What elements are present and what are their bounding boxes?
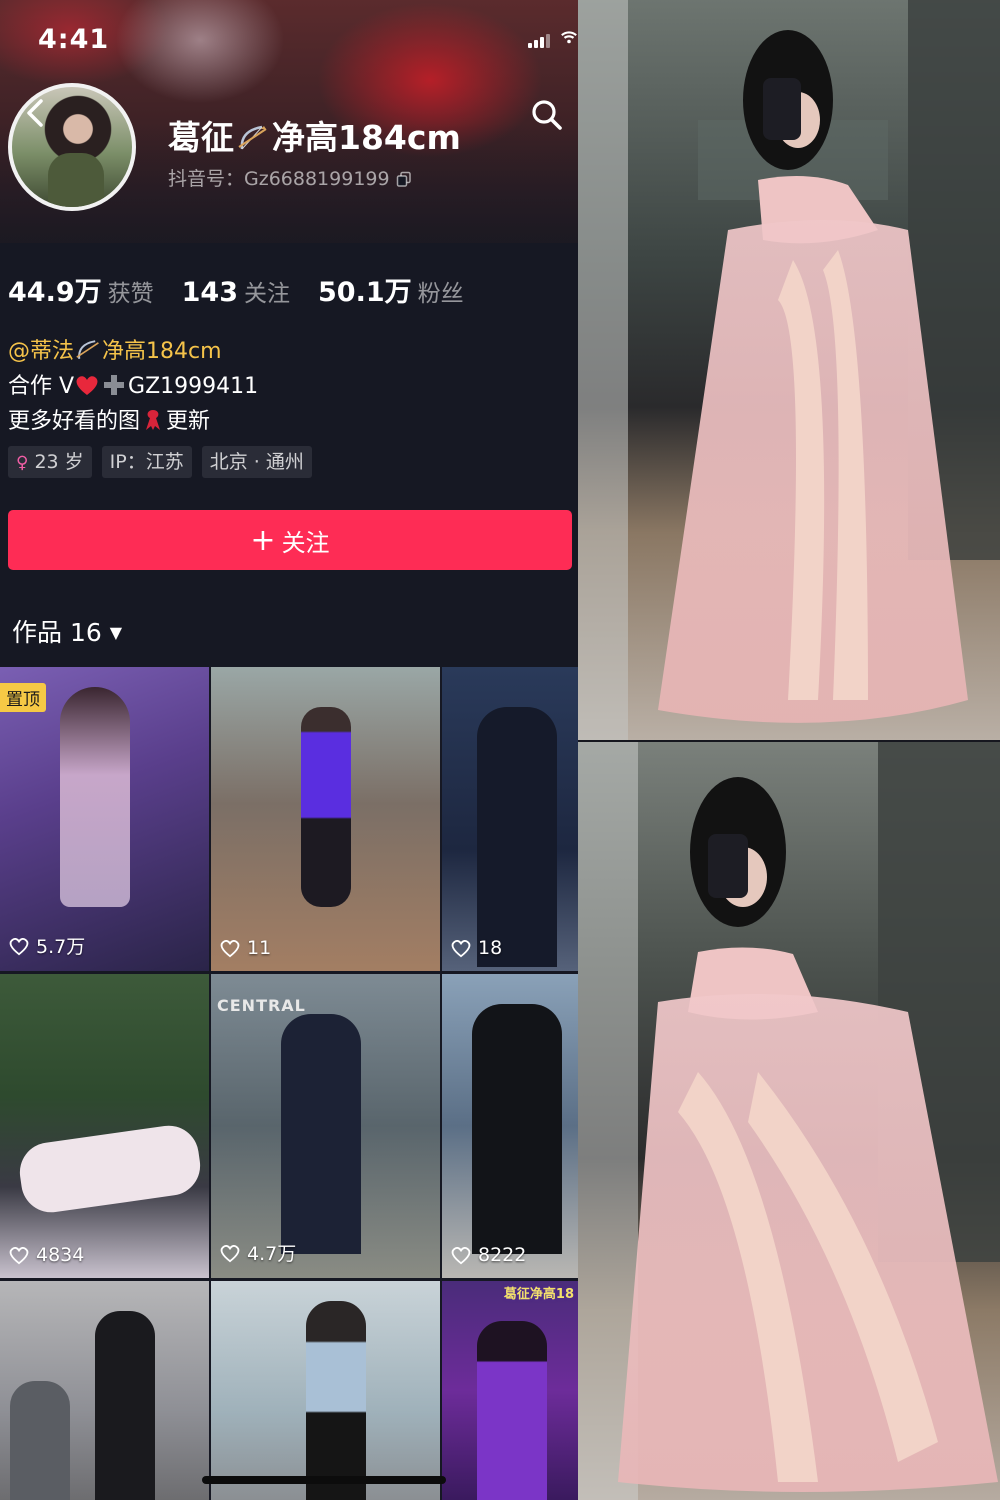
video-likes-text: 4.7万: [247, 1243, 297, 1265]
bow-icon: [238, 125, 267, 150]
search-icon[interactable]: [530, 98, 564, 132]
works-tab-label: 作品 16: [12, 618, 102, 647]
video-likes-text: 18: [478, 937, 503, 959]
heart-icon: [9, 937, 29, 955]
bow-icon: [76, 340, 99, 359]
username-part2: 净高184cm: [272, 118, 461, 157]
bio-mention-link[interactable]: @蒂法 净高184cm: [8, 339, 222, 364]
female-icon: ♀: [16, 453, 29, 473]
video-like-count: 8222: [450, 1244, 526, 1266]
tag-ip: IP：江苏: [101, 446, 192, 478]
video-like-count: 18: [450, 937, 502, 959]
signal-icon: [528, 34, 550, 48]
stat-following-label: 关注: [244, 281, 290, 307]
douyin-id: 抖音号：Gz6688199199: [168, 164, 412, 191]
heart-icon: [220, 940, 240, 958]
video-thumbnail[interactable]: CENTRAL 4.7万: [211, 974, 440, 1278]
video-title-overlay: 葛征净高18: [503, 1287, 574, 1302]
bio-mention-part2: 净高184cm: [102, 339, 222, 364]
ribbon-icon: [146, 410, 161, 430]
photo-mirror-selfie-1[interactable]: [578, 0, 1000, 740]
follow-button-label: 关注: [281, 528, 330, 557]
stat-likes-value: 44.9万: [8, 277, 102, 308]
video-thumbnail[interactable]: 18: [442, 667, 578, 971]
bio-mention-part1: @蒂法: [8, 339, 75, 364]
douyin-id-text: 抖音号：Gz6688199199: [168, 168, 390, 190]
heart-icon: [220, 1244, 240, 1262]
profile-username: 葛征 净高184cm: [168, 111, 461, 159]
heart-icon: [76, 376, 98, 395]
video-thumbnail[interactable]: [211, 1281, 440, 1500]
stat-following[interactable]: 143 关注: [182, 274, 290, 308]
stat-following-value: 143: [181, 277, 238, 308]
video-like-count: 11: [219, 937, 271, 959]
back-icon[interactable]: [22, 98, 48, 128]
stat-followers-value: 50.1万: [318, 277, 412, 308]
bio-line-2: 合作 V GZ1999411: [8, 369, 258, 404]
stat-followers-label: 粉丝: [417, 281, 464, 307]
video-likes-text: 8222: [478, 1244, 527, 1266]
wifi-icon: [561, 31, 577, 44]
video-like-count: 5.7万: [8, 932, 85, 959]
video-likes-text: 5.7万: [36, 936, 86, 958]
bio-line-1: @蒂法 净高184cm: [8, 334, 258, 369]
username-part1: 葛征: [168, 118, 234, 157]
photo-mirror-selfie-2[interactable]: [578, 742, 1000, 1500]
plus-icon: [104, 375, 125, 395]
tag-age: ♀ 23 岁: [8, 446, 92, 478]
follow-button[interactable]: + 关注: [8, 510, 572, 570]
bio-line2-part2: GZ1999411: [128, 374, 259, 399]
heart-icon: [451, 940, 471, 958]
heart-icon: [9, 1247, 29, 1265]
profile-stats: 44.9万 获赞 143 关注 50.1万 粉丝: [8, 270, 464, 309]
home-indicator[interactable]: [202, 1476, 446, 1484]
storefront-sign: CENTRAL: [217, 996, 306, 1015]
video-like-count: 4834: [8, 1244, 84, 1266]
photo-mirror-selfie-1-image: [578, 0, 1000, 740]
video-like-count: 4.7万: [219, 1239, 296, 1266]
tag-location: 北京 · 通州: [201, 446, 312, 478]
video-likes-text: 11: [247, 937, 272, 959]
video-thumbnail[interactable]: 4834: [0, 974, 209, 1278]
bio-line3-part1: 更多好看的图: [8, 409, 141, 434]
video-thumbnail[interactable]: 8222: [442, 974, 578, 1278]
works-tab[interactable]: 作品 16 ▼: [12, 613, 122, 649]
copy-icon[interactable]: [396, 171, 412, 187]
status-time: 4:41: [38, 24, 110, 55]
photo-mirror-selfie-2-image: [578, 742, 1000, 1500]
video-thumbnail[interactable]: 葛征净高18: [442, 1281, 578, 1500]
pinned-badge: 置顶: [0, 683, 46, 712]
video-thumbnail[interactable]: 置顶 5.7万: [0, 667, 209, 971]
profile-screen: 4:41 葛征 净高184cm 抖音号：Gz6688199199 44.9万 获赞…: [0, 0, 578, 1500]
bio-line-3: 更多好看的图 更新: [8, 404, 258, 439]
bio-line2-part1: 合作 V: [8, 374, 75, 399]
profile-tags: ♀ 23 岁 IP：江苏 北京 · 通州: [8, 446, 312, 478]
tag-age-text: 23 岁: [34, 451, 84, 473]
profile-bio: @蒂法 净高184cm 合作 V GZ1999411 更多好看的图 更新: [8, 334, 258, 439]
heart-icon: [451, 1247, 471, 1265]
video-thumbnail[interactable]: 11: [211, 667, 440, 971]
stat-likes-label: 获赞: [107, 281, 154, 307]
bio-line3-part2: 更新: [166, 409, 211, 434]
caret-down-icon: ▼: [109, 623, 123, 642]
stat-followers[interactable]: 50.1万 粉丝: [318, 270, 464, 309]
video-thumbnail[interactable]: [0, 1281, 209, 1500]
plus-icon: +: [250, 522, 276, 558]
stat-likes[interactable]: 44.9万 获赞: [8, 270, 154, 309]
video-likes-text: 4834: [36, 1244, 85, 1266]
